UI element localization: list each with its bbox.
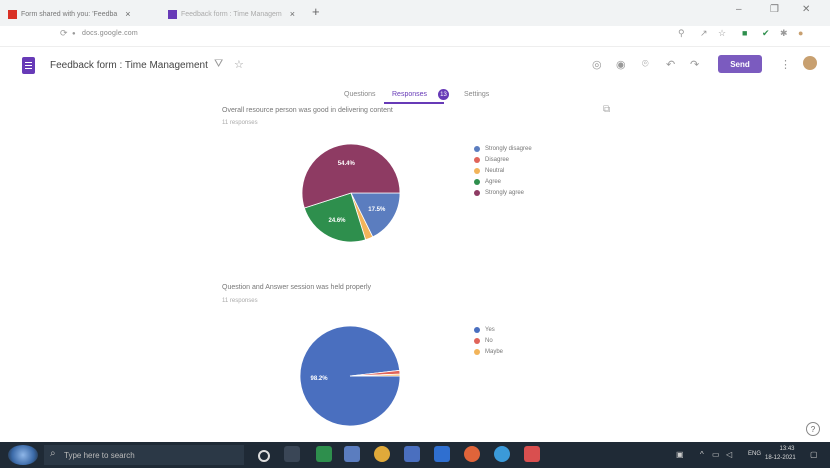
star-icon[interactable]: ☆: [234, 58, 244, 71]
new-tab-button[interactable]: +: [312, 4, 320, 19]
more-options-icon[interactable]: ⋮: [780, 58, 791, 71]
legend-label: Maybe: [485, 348, 504, 355]
chrome-icon[interactable]: [374, 446, 390, 462]
tab-questions[interactable]: Questions: [344, 91, 376, 98]
volume-icon[interactable]: ◁: [726, 450, 732, 459]
form-title[interactable]: Feedback form : Time Management: [50, 60, 208, 71]
legend-item: Disagree: [474, 154, 532, 165]
excel-icon[interactable]: [316, 446, 332, 462]
puzzle-icon[interactable]: ✱: [780, 28, 788, 39]
legend-swatch: [474, 178, 480, 185]
legend-swatch: [474, 189, 480, 196]
legend-swatch: [474, 167, 480, 174]
pie-slice-label: 54.4%: [338, 161, 356, 167]
check-extension-icon[interactable]: ✔: [762, 28, 770, 39]
browser-tab-label: Feedback form : Time Managem: [181, 10, 282, 18]
cortana-icon[interactable]: [258, 450, 270, 462]
legend-item: Strongly disagree: [474, 143, 532, 154]
legend-item: Neutral: [474, 165, 532, 176]
notification-icon[interactable]: ▢: [810, 450, 818, 459]
file-explorer-icon[interactable]: [344, 446, 360, 462]
legend-label: Neutral: [485, 167, 505, 174]
search-icon: ⌕: [50, 448, 56, 459]
legend-1: Strongly disagree Disagree Neutral Agree…: [474, 143, 532, 198]
responses-count-badge: 13: [438, 89, 449, 100]
browser-tab-label: Form shared with you: 'Feedba: [21, 10, 118, 18]
search-placeholder: Type here to search: [64, 451, 135, 460]
url-input[interactable]: docs.google.com: [82, 30, 138, 37]
question-title: Question and Answer session was held pro…: [222, 284, 372, 291]
send-button[interactable]: Send: [718, 55, 762, 73]
pie-chart-1: 17.5% 24.6% 54.4%: [301, 143, 401, 243]
palette-icon[interactable]: ◎: [592, 58, 602, 71]
help-icon[interactable]: ?: [806, 422, 820, 436]
legend-item: Strongly agree: [474, 187, 532, 198]
edge-icon[interactable]: [494, 446, 510, 462]
start-button[interactable]: [8, 445, 38, 465]
chevron-up-icon[interactable]: ^: [700, 450, 704, 459]
legend-item: Yes: [474, 324, 503, 335]
battery-icon[interactable]: ▭: [712, 450, 720, 459]
legend-label: Yes: [485, 326, 495, 333]
legend-label: Disagree: [485, 156, 510, 163]
reload-icon[interactable]: ⟳: [60, 28, 68, 39]
tab-responses[interactable]: Responses: [392, 91, 427, 98]
star-icon[interactable]: ☆: [718, 28, 726, 39]
tray-app-icon[interactable]: ▣: [676, 450, 684, 459]
legend-swatch: [474, 145, 480, 152]
maximize-button[interactable]: ❐: [770, 4, 779, 15]
minimize-button[interactable]: –: [736, 4, 742, 15]
response-count: 11 responses: [222, 120, 258, 126]
key-icon[interactable]: ⚲: [678, 28, 685, 39]
legend-label: Strongly agree: [485, 189, 525, 196]
undo-icon[interactable]: ↶: [666, 58, 675, 71]
close-icon[interactable]: ×: [290, 9, 295, 19]
browser-tab-gmail[interactable]: Form shared with you: 'Feedba ×: [8, 4, 131, 24]
legend-label: No: [485, 337, 493, 344]
language-indicator[interactable]: ENG: [748, 451, 761, 457]
forms-icon: [168, 9, 177, 19]
pie-slice-label: 17.5%: [368, 207, 386, 213]
app-icon[interactable]: [524, 446, 540, 462]
browser-tab-forms[interactable]: Feedback form : Time Managem ×: [168, 4, 295, 24]
pie-slice-label: 98.2%: [311, 376, 329, 382]
response-count: 11 responses: [222, 298, 258, 304]
forms-logo-icon[interactable]: [22, 57, 35, 74]
tab-settings[interactable]: Settings: [464, 91, 489, 98]
eye-icon[interactable]: ◉: [616, 58, 626, 71]
active-tab-indicator: [384, 102, 444, 104]
clock-date[interactable]: 18-12-2021: [765, 455, 796, 461]
pie-slice-label: 24.6%: [328, 218, 346, 224]
redo-icon[interactable]: ↷: [690, 58, 699, 71]
firefox-icon[interactable]: [464, 446, 480, 462]
share-icon[interactable]: ↗: [700, 28, 708, 39]
legend-item: No: [474, 335, 503, 346]
legend-swatch: [474, 326, 480, 333]
copy-chart-icon[interactable]: ⧉: [603, 104, 610, 115]
legend-swatch: [474, 348, 480, 355]
clock-time[interactable]: 13:43: [773, 446, 801, 452]
legend-2: Yes No Maybe: [474, 324, 503, 357]
profile-icon[interactable]: ●: [798, 28, 803, 38]
legend-swatch: [474, 337, 480, 344]
legend-swatch: [474, 156, 480, 163]
legend-label: Strongly disagree: [485, 145, 532, 152]
move-to-folder-icon[interactable]: ⛛: [214, 58, 223, 71]
pie-chart-2: 98.2%: [300, 325, 401, 427]
task-view-icon[interactable]: [284, 446, 300, 462]
lock-icon[interactable]: ●: [72, 31, 76, 37]
legend-label: Agree: [485, 178, 502, 185]
legend-item: Agree: [474, 176, 532, 187]
outlook-icon[interactable]: [434, 446, 450, 462]
close-icon[interactable]: ×: [125, 9, 130, 19]
extension-icon[interactable]: ■: [742, 28, 747, 38]
avatar[interactable]: [803, 56, 817, 70]
legend-item: Maybe: [474, 346, 503, 357]
gmail-icon: [8, 9, 17, 19]
close-window-button[interactable]: ✕: [802, 4, 810, 15]
preview-icon[interactable]: ⌾: [642, 58, 649, 71]
question-title: Overall resource person was good in deli…: [222, 107, 393, 114]
store-icon[interactable]: [404, 446, 420, 462]
